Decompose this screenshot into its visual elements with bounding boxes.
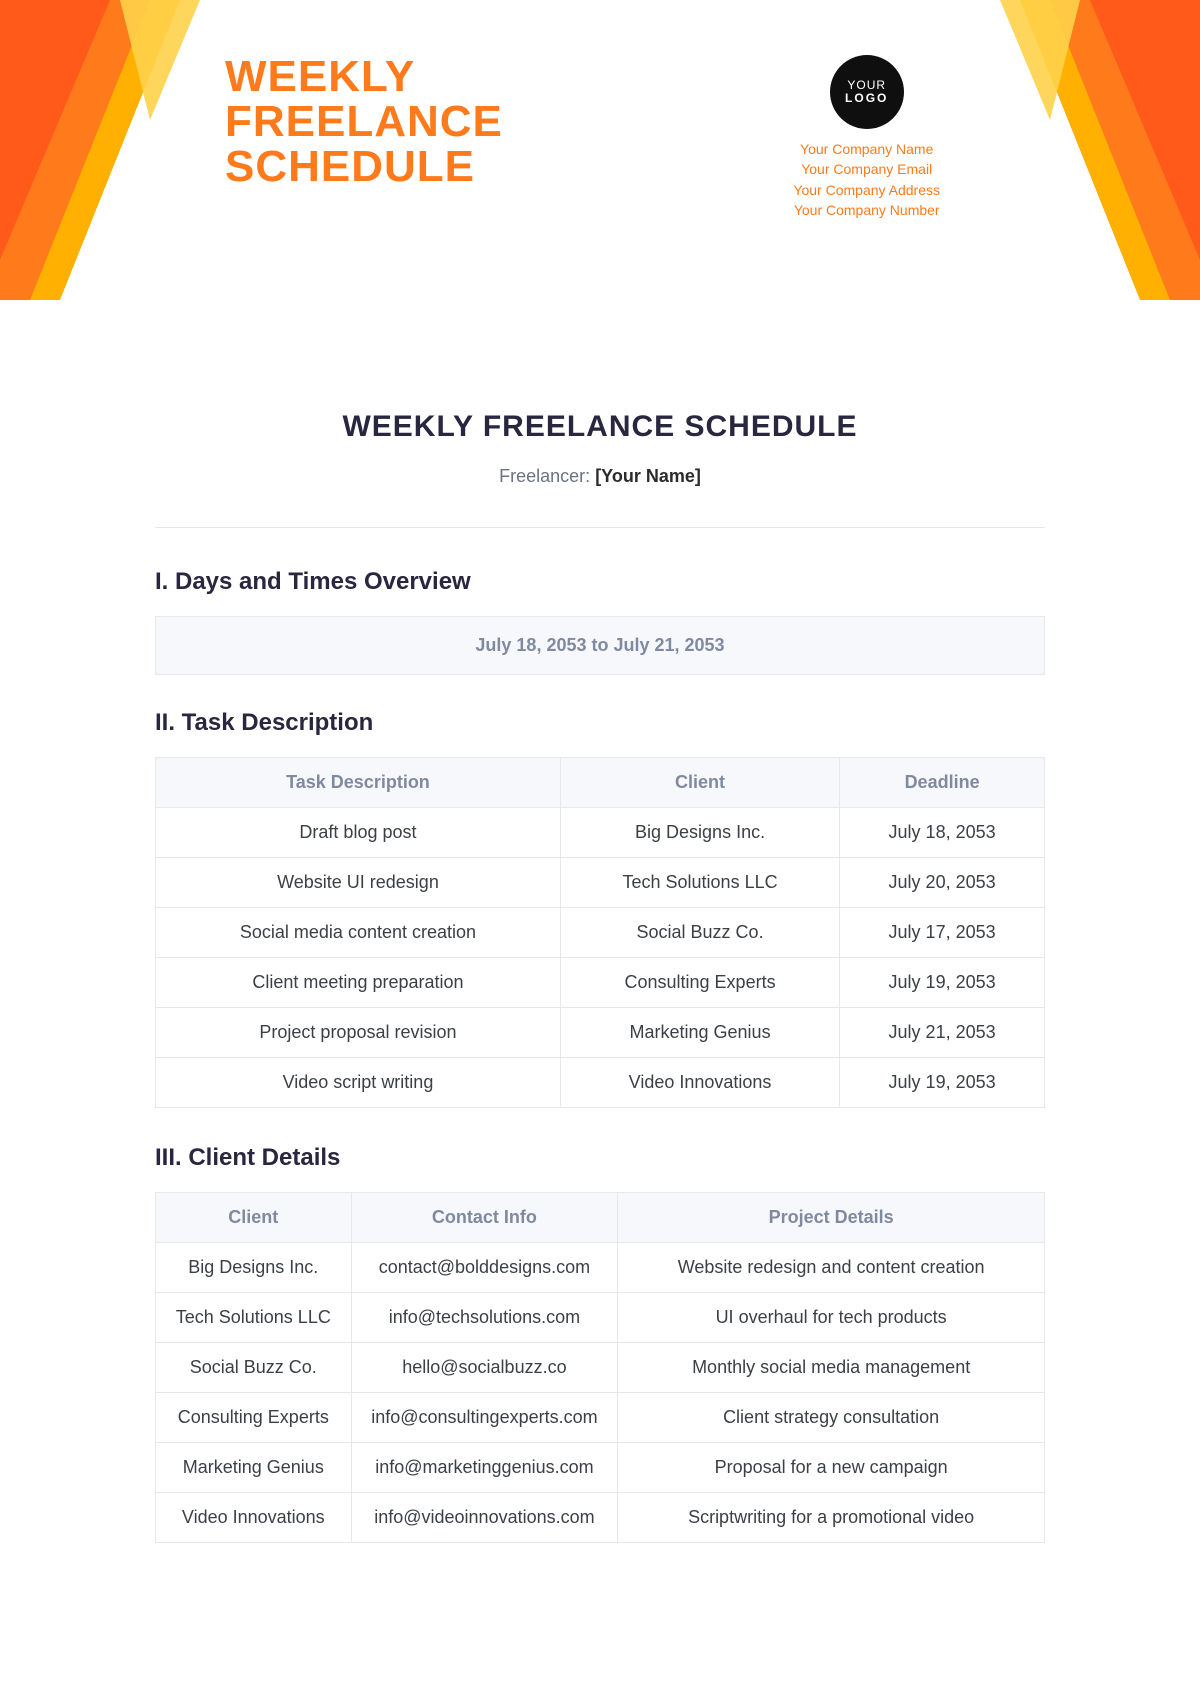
banner-title-line: WEEKLY	[225, 55, 503, 100]
company-line: Your Company Name	[793, 139, 940, 159]
table-header-row: ClientContact InfoProject Details	[156, 1193, 1045, 1243]
logo-placeholder-icon: YOUR LOGO	[830, 55, 904, 129]
document-body: WEEKLY FREELANCE SCHEDULE Freelancer: [Y…	[155, 410, 1045, 1543]
table-cell: Video Innovations	[560, 1058, 839, 1108]
column-header: Contact Info	[351, 1193, 618, 1243]
table-row: Project proposal revisionMarketing Geniu…	[156, 1008, 1045, 1058]
table-cell: Big Designs Inc.	[560, 808, 839, 858]
banner: WEEKLY FREELANCE SCHEDULE YOUR LOGO Your…	[0, 0, 1200, 320]
table-cell: Marketing Genius	[156, 1443, 352, 1493]
table-row: Draft blog postBig Designs Inc.July 18, …	[156, 808, 1045, 858]
page-title: WEEKLY FREELANCE SCHEDULE	[155, 410, 1045, 444]
section-heading-overview: I. Days and Times Overview	[155, 568, 1045, 596]
table-cell: Proposal for a new campaign	[618, 1443, 1045, 1493]
table-cell: July 19, 2053	[840, 958, 1045, 1008]
table-cell: Scriptwriting for a promotional video	[618, 1493, 1045, 1543]
company-line: Your Company Email	[793, 159, 940, 179]
column-header: Client	[560, 758, 839, 808]
table-cell: info@marketinggenius.com	[351, 1443, 618, 1493]
section-heading-tasks: II. Task Description	[155, 709, 1045, 737]
table-cell: Draft blog post	[156, 808, 561, 858]
table-row: Social Buzz Co.hello@socialbuzz.coMonthl…	[156, 1343, 1045, 1393]
table-cell: Social media content creation	[156, 908, 561, 958]
table-row: Website UI redesignTech Solutions LLCJul…	[156, 858, 1045, 908]
tasks-table: Task DescriptionClientDeadline Draft blo…	[155, 757, 1045, 1108]
freelancer-label: Freelancer:	[499, 466, 590, 486]
banner-title: WEEKLY FREELANCE SCHEDULE	[225, 55, 503, 190]
divider	[155, 527, 1045, 528]
table-row: Client meeting preparationConsulting Exp…	[156, 958, 1045, 1008]
section-heading-clients: III. Client Details	[155, 1144, 1045, 1172]
column-header: Client	[156, 1193, 352, 1243]
table-cell: July 19, 2053	[840, 1058, 1045, 1108]
table-cell: Tech Solutions LLC	[560, 858, 839, 908]
freelancer-line: Freelancer: [Your Name]	[155, 466, 1045, 487]
table-cell: Consulting Experts	[156, 1393, 352, 1443]
column-header: Project Details	[618, 1193, 1045, 1243]
table-cell: July 18, 2053	[840, 808, 1045, 858]
table-row: Video Innovationsinfo@videoinnovations.c…	[156, 1493, 1045, 1543]
table-cell: info@videoinnovations.com	[351, 1493, 618, 1543]
column-header: Task Description	[156, 758, 561, 808]
table-cell: Marketing Genius	[560, 1008, 839, 1058]
column-header: Deadline	[840, 758, 1045, 808]
table-cell: Website UI redesign	[156, 858, 561, 908]
table-cell: hello@socialbuzz.co	[351, 1343, 618, 1393]
table-row: Tech Solutions LLCinfo@techsolutions.com…	[156, 1293, 1045, 1343]
table-row: Big Designs Inc.contact@bolddesigns.comW…	[156, 1243, 1045, 1293]
table-cell: Client meeting preparation	[156, 958, 561, 1008]
table-row: Marketing Geniusinfo@marketinggenius.com…	[156, 1443, 1045, 1493]
table-cell: Website redesign and content creation	[618, 1243, 1045, 1293]
clients-table: ClientContact InfoProject Details Big De…	[155, 1192, 1045, 1543]
table-row: Social media content creationSocial Buzz…	[156, 908, 1045, 958]
logo-block: YOUR LOGO Your Company Name Your Company…	[793, 55, 940, 220]
date-range-bar: July 18, 2053 to July 21, 2053	[155, 616, 1045, 675]
banner-title-line: SCHEDULE	[225, 145, 503, 190]
table-cell: info@techsolutions.com	[351, 1293, 618, 1343]
table-cell: info@consultingexperts.com	[351, 1393, 618, 1443]
table-cell: Client strategy consultation	[618, 1393, 1045, 1443]
table-cell: July 21, 2053	[840, 1008, 1045, 1058]
table-cell: UI overhaul for tech products	[618, 1293, 1045, 1343]
company-info: Your Company Name Your Company Email You…	[793, 139, 940, 220]
table-cell: Big Designs Inc.	[156, 1243, 352, 1293]
company-line: Your Company Number	[793, 200, 940, 220]
table-row: Consulting Expertsinfo@consultingexperts…	[156, 1393, 1045, 1443]
table-cell: Video script writing	[156, 1058, 561, 1108]
table-cell: Social Buzz Co.	[560, 908, 839, 958]
company-line: Your Company Address	[793, 180, 940, 200]
table-cell: Monthly social media management	[618, 1343, 1045, 1393]
table-cell: contact@bolddesigns.com	[351, 1243, 618, 1293]
table-header-row: Task DescriptionClientDeadline	[156, 758, 1045, 808]
table-cell: Project proposal revision	[156, 1008, 561, 1058]
table-cell: Consulting Experts	[560, 958, 839, 1008]
table-cell: July 20, 2053	[840, 858, 1045, 908]
table-cell: Tech Solutions LLC	[156, 1293, 352, 1343]
table-row: Video script writingVideo InnovationsJul…	[156, 1058, 1045, 1108]
table-cell: Social Buzz Co.	[156, 1343, 352, 1393]
table-cell: July 17, 2053	[840, 908, 1045, 958]
table-cell: Video Innovations	[156, 1493, 352, 1543]
banner-title-line: FREELANCE	[225, 100, 503, 145]
freelancer-value: [Your Name]	[595, 466, 701, 486]
